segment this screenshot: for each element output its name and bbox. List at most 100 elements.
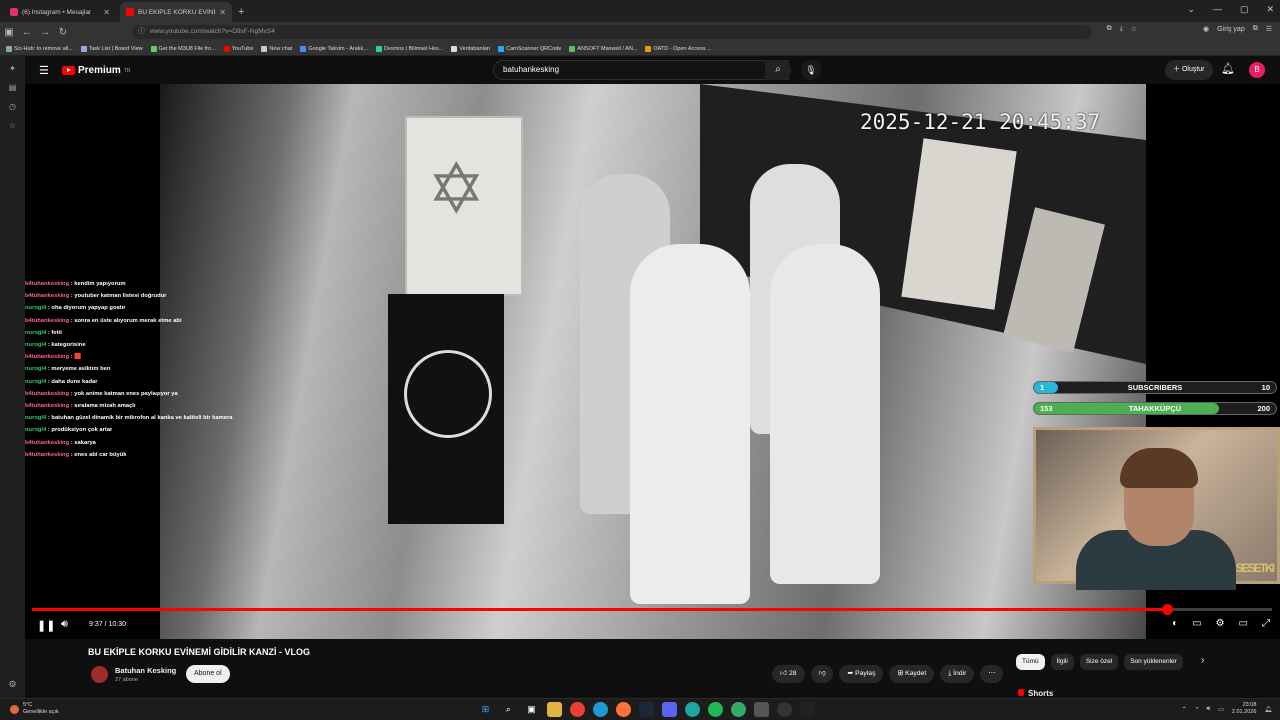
bookmark-item[interactable]: Task List | Board View xyxy=(80,45,143,52)
bookmark-item[interactable]: Desmos | Bilimsel Hes... xyxy=(375,45,443,52)
chrome-icon[interactable] xyxy=(570,702,585,717)
chip-all[interactable]: Tümü xyxy=(1016,654,1045,670)
bookmark-item[interactable]: Veritabanları xyxy=(451,45,490,52)
clock[interactable]: 23:08 2.01.2026 xyxy=(1232,702,1256,716)
pause-icon[interactable]: ❚❚ xyxy=(37,619,55,632)
site-info-icon[interactable]: ⓘ xyxy=(138,25,145,39)
volume-icon[interactable]: 🔊︎ xyxy=(61,618,68,631)
chat-message: b4tuhankesking : 🟥 xyxy=(25,351,251,363)
chip-related[interactable]: İlgili xyxy=(1050,654,1074,670)
task-view-icon[interactable]: ▣ xyxy=(524,702,539,717)
sidebar-toggle-icon[interactable]: ▣ xyxy=(0,27,18,38)
favorites-icon[interactable]: ☆ xyxy=(9,121,16,130)
settings-gear-icon[interactable]: ⚙ xyxy=(1216,618,1225,629)
url-field[interactable]: ⓘ www.youtube.com/watch?v=D9sF-NgMxS4 xyxy=(132,25,1092,39)
bookmark-label: YouTube xyxy=(231,45,254,52)
extensions-icon[interactable]: ⧉ xyxy=(1253,25,1258,33)
maximize-icon[interactable]: ▢ xyxy=(1240,4,1249,15)
close-window-icon[interactable]: ✕ xyxy=(1266,4,1274,15)
chat-message: b4tuhankesking : sakarya xyxy=(25,437,251,449)
sound-icon[interactable]: 🔊︎ xyxy=(1206,706,1210,713)
tab-youtube[interactable]: BU EKİPLE KORKU EVİNEMİ ✕ xyxy=(120,2,232,22)
browser-menu-icon[interactable]: ☰ xyxy=(1266,25,1272,33)
bookmark-label: ANSOFT Maxwell / AN... xyxy=(577,45,638,52)
theater-mode-icon[interactable]: ▭ xyxy=(1239,618,1248,629)
terminal-icon[interactable] xyxy=(800,702,815,717)
chip-for-you[interactable]: Size özel xyxy=(1079,654,1119,670)
bookmark-item[interactable]: ANSOFT Maxwell / AN... xyxy=(569,45,638,52)
firefox-icon[interactable] xyxy=(616,702,631,717)
bookmarks-bar: Sci-Hub: to remove all... Task List | Boa… xyxy=(0,42,1280,56)
download-button[interactable]: ⤓ İndir xyxy=(940,665,975,683)
new-tab-button[interactable]: + xyxy=(238,6,244,18)
fullscreen-icon[interactable]: ⤢ xyxy=(1262,618,1270,629)
channel-avatar[interactable] xyxy=(91,666,108,683)
bookmark-label: New chat xyxy=(269,45,293,52)
spotify-icon[interactable] xyxy=(708,702,723,717)
voice-search-icon[interactable]: 🎙 xyxy=(801,60,821,80)
bookmark-item[interactable]: Sci-Hub: to remove all... xyxy=(6,45,73,52)
autoplay-toggle-icon[interactable]: ◐ xyxy=(1172,618,1178,629)
channel-name[interactable]: Batuhan Kesking xyxy=(115,666,176,675)
battery-icon[interactable]: ▭ xyxy=(1218,706,1224,713)
install-app-icon[interactable]: ⧉ xyxy=(1107,25,1112,33)
avatar[interactable]: B xyxy=(1249,62,1265,78)
bookmark-item[interactable]: New chat xyxy=(261,45,293,52)
download-icon[interactable]: ⤓ xyxy=(1120,25,1123,33)
edge-icon[interactable] xyxy=(593,702,608,717)
tray-overflow-icon[interactable]: ⌃ xyxy=(1182,706,1187,713)
history-icon[interactable]: ◷ xyxy=(9,102,16,111)
bookmark-item[interactable]: OATD - Open Access ... xyxy=(645,45,712,52)
search-button[interactable]: ⌕ xyxy=(765,60,791,80)
progress-bar[interactable] xyxy=(32,604,1272,615)
start-icon[interactable]: ⊞ xyxy=(478,702,493,717)
create-button[interactable]: ＋ Oluştur xyxy=(1165,60,1213,80)
obs-icon[interactable] xyxy=(777,702,792,717)
weather-widget[interactable]: 5°C Genellikle açık xyxy=(10,702,59,716)
bookmark-item[interactable]: Get the M3U8 File fro... xyxy=(150,45,216,52)
subtitles-icon[interactable]: ▭ xyxy=(1192,618,1201,629)
hamburger-menu-icon[interactable]: ☰ xyxy=(39,64,49,77)
bookmark-star-icon[interactable]: ☆ xyxy=(1131,25,1137,33)
discord-icon[interactable] xyxy=(662,702,677,717)
search-input[interactable]: batuhankesking ✕ xyxy=(493,60,789,80)
chevron-right-icon[interactable]: › xyxy=(1201,655,1204,666)
bookmark-label: Task List | Board View xyxy=(88,45,143,52)
tab-instagram[interactable]: (6) Instagram • Mesajlar ✕ xyxy=(4,2,116,22)
scrubber-handle[interactable] xyxy=(1161,604,1173,615)
forward-icon[interactable]: → xyxy=(36,27,54,38)
settings-app-icon[interactable] xyxy=(754,702,769,717)
notification-center-icon[interactable]: 🔔︎ xyxy=(1264,706,1272,713)
save-button[interactable]: ⊞ Kaydet xyxy=(889,665,935,683)
steam-icon[interactable] xyxy=(639,702,654,717)
dislike-button[interactable]: 👎︎ xyxy=(810,665,834,683)
profile-label[interactable]: Giriş yap xyxy=(1217,26,1245,33)
like-button[interactable]: 👍︎ 28 xyxy=(772,665,805,683)
streamer-hair xyxy=(1120,448,1198,488)
close-tab-icon[interactable]: ✕ xyxy=(103,8,110,17)
youtube-logo[interactable]: Premium TR xyxy=(62,65,130,76)
bookmark-item[interactable]: CamScanner QRCode xyxy=(498,45,561,52)
edge-dev-icon[interactable] xyxy=(685,702,700,717)
collections-icon[interactable]: ▤ xyxy=(9,83,17,92)
close-tab-icon[interactable]: ✕ xyxy=(219,8,226,17)
back-icon[interactable]: ← xyxy=(18,27,36,38)
share-button[interactable]: ➦ Paylaş xyxy=(839,665,884,683)
bookmark-item[interactable]: Google Takvim - Aralık... xyxy=(300,45,368,52)
minimize-icon[interactable]: — xyxy=(1213,4,1222,15)
more-actions-button[interactable]: ⋯ xyxy=(980,665,1004,683)
tab-list-icon[interactable]: ⌄ xyxy=(1187,4,1195,15)
bookmark-item[interactable]: YouTube xyxy=(223,45,254,52)
reload-icon[interactable]: ↻ xyxy=(54,27,72,38)
settings-icon[interactable]: ⚙ xyxy=(8,679,16,690)
file-explorer-icon[interactable] xyxy=(547,702,562,717)
chip-recent[interactable]: Son yüklenenler xyxy=(1124,654,1183,670)
profile-icon[interactable]: ◉ xyxy=(1203,25,1209,33)
network-icon[interactable]: ◔ xyxy=(1195,706,1199,712)
notifications-icon[interactable]: 🔔︎ xyxy=(1221,62,1235,75)
video-player[interactable]: 2025-12-21 20:45:37 b4tuhankesking : ken… xyxy=(25,84,1280,639)
copilot-icon[interactable]: ✦ xyxy=(9,64,16,73)
search-icon[interactable]: ⌕ xyxy=(501,702,516,717)
vpn-icon[interactable] xyxy=(731,702,746,717)
subscribe-button[interactable]: Abone ol xyxy=(186,665,230,683)
